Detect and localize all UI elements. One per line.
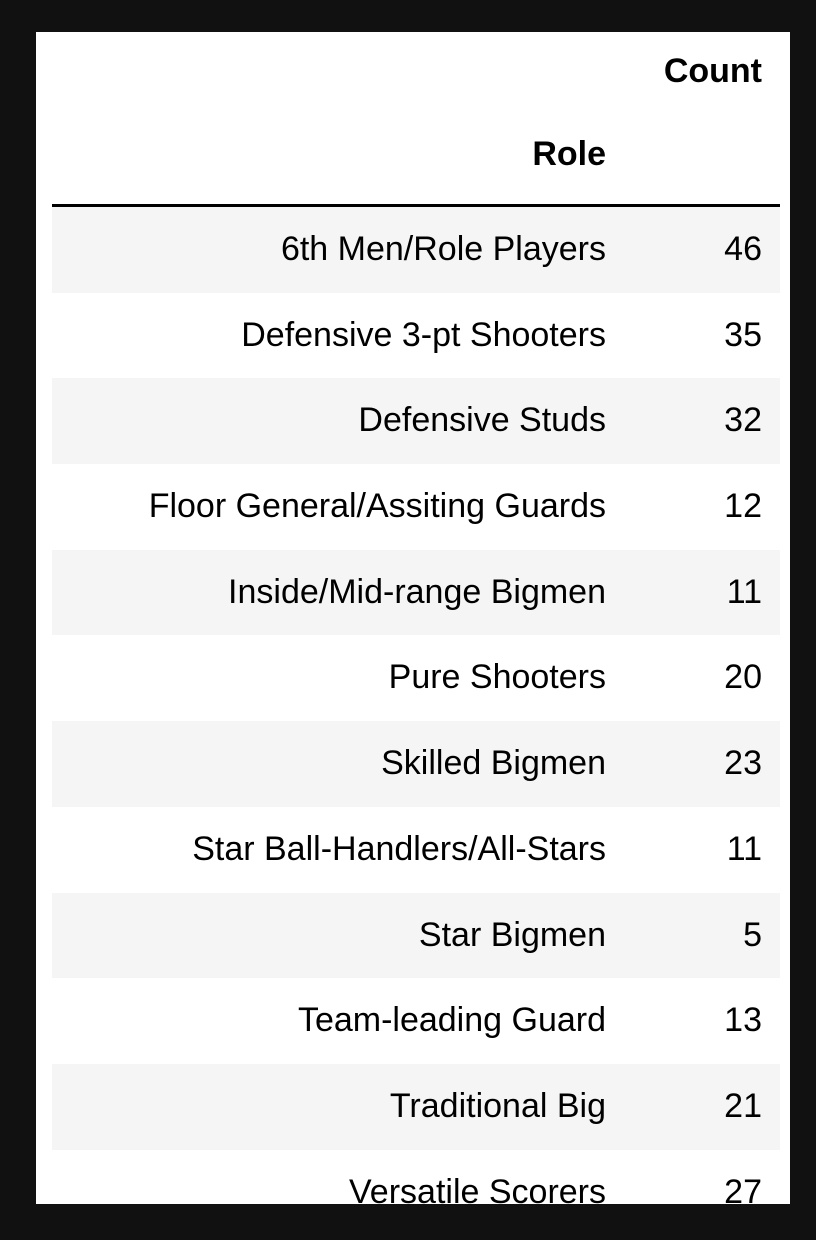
role-cell: Traditional Big [389,1086,606,1125]
table-row: 6th Men/Role Players 46 [52,207,780,293]
role-cell: Inside/Mid-range Bigmen [228,572,606,611]
column-header-count: Count [663,52,762,90]
role-cell: Floor General/Assiting Guards [148,487,606,526]
index-header-row: Role [52,114,780,207]
count-cell: 32 [724,401,762,440]
dataframe-output: Count Role 6th Men/Role Players 46 Defensi… [36,32,790,1204]
role-cell: Skilled Bigmen [381,744,606,783]
table-row: Floor General/Assiting Guards 12 [52,464,780,550]
role-cell: Defensive 3-pt Shooters [241,315,606,354]
count-cell: 23 [724,744,762,783]
table-row: Team-leading Guard 13 [52,978,780,1064]
role-cell: Pure Shooters [388,658,606,697]
roles-count-table: Count Role 6th Men/Role Players 46 Defensi… [52,32,780,1204]
role-cell: Star Bigmen [418,915,606,954]
table-row: Pure Shooters 20 [52,635,780,722]
role-cell: Star Ball-Handlers/All-Stars [192,829,606,868]
count-cell: 46 [724,230,762,268]
table-row: Versatile Scorers 27 [52,1149,780,1204]
index-header-role: Role [532,135,606,173]
table-row: Star Ball-Handlers/All-Stars 11 [52,806,780,893]
table-row: Defensive Studs 32 [52,378,780,465]
count-cell: 11 [726,572,762,611]
table-row: Skilled Bigmen 23 [52,721,780,807]
role-cell: 6th Men/Role Players [280,230,606,268]
role-cell: Versatile Scorers [349,1172,606,1204]
column-header-row: Count [52,32,780,114]
count-cell: 21 [724,1086,762,1125]
count-cell: 20 [724,658,762,697]
count-cell: 5 [743,915,762,954]
count-cell: 13 [724,1001,762,1040]
table-row: Traditional Big 21 [52,1063,780,1150]
count-cell: 35 [724,315,762,354]
table-body: 6th Men/Role Players 46 Defensive 3-pt Sho… [52,207,780,1204]
table-row: Inside/Mid-range Bigmen 11 [52,549,780,636]
count-cell: 12 [724,487,762,526]
table-row: Star Bigmen 5 [52,892,780,979]
role-cell: Team-leading Guard [297,1001,606,1040]
count-cell: 11 [726,829,762,868]
role-cell: Defensive Studs [358,401,606,440]
count-cell: 27 [724,1172,762,1204]
table-row: Defensive 3-pt Shooters 35 [52,292,780,379]
